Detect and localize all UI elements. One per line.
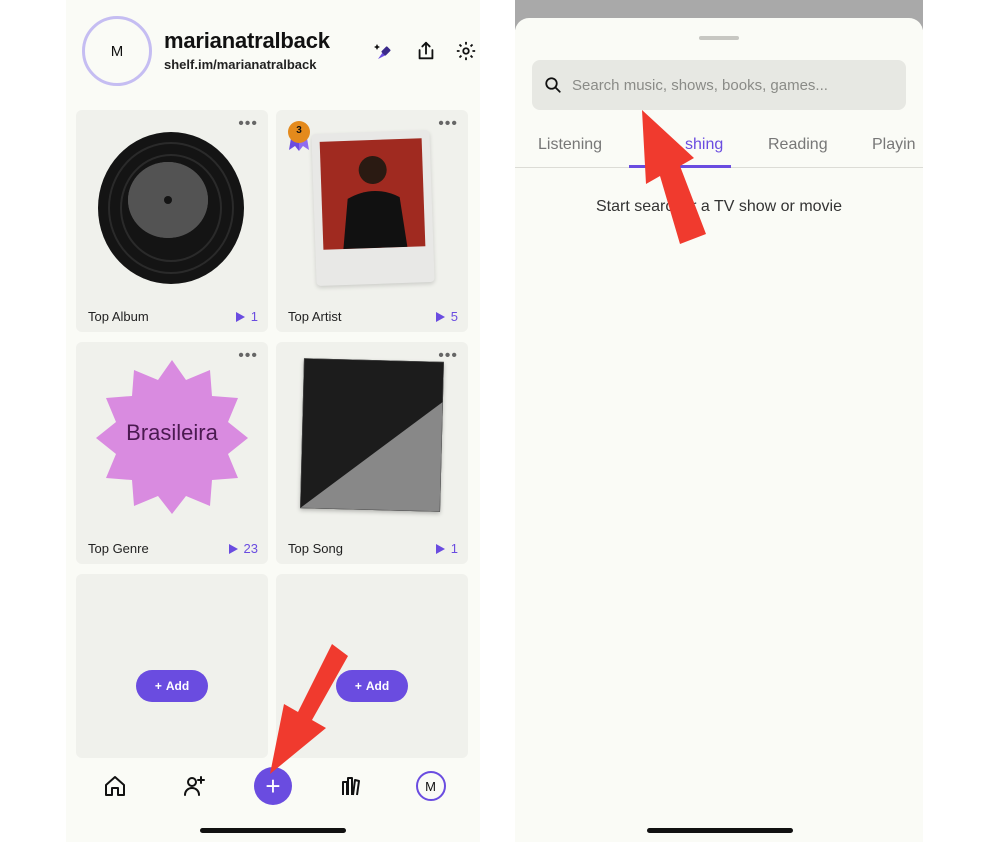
search-field[interactable] (532, 60, 906, 110)
card-top-album[interactable]: ••• Top Album 1 (76, 110, 268, 332)
add-button[interactable]: + Add (136, 670, 208, 702)
artist-photo (319, 138, 426, 250)
avatar[interactable]: M (82, 16, 152, 86)
avatar[interactable]: M (415, 771, 446, 801)
card-label: Top Song (288, 541, 343, 556)
empty-state-message: Start searc for a TV show or movie (595, 198, 842, 215)
count-value: 5 (450, 309, 458, 324)
play-count: 1 (235, 309, 258, 324)
play-icon (435, 311, 445, 322)
sparkle-brush-icon[interactable] (371, 38, 397, 64)
annotation-arrow-down (270, 644, 348, 774)
add-label: Add (365, 679, 390, 693)
sheet-grabber[interactable] (699, 36, 739, 40)
add-friend-icon[interactable] (174, 766, 214, 806)
screenshot-stage: M marianatralback shelf.im/marianatralba… (0, 0, 984, 842)
card-label: Top Album (88, 309, 149, 324)
gear-icon[interactable] (453, 38, 479, 64)
play-count: 23 (228, 541, 258, 556)
play-icon (435, 543, 445, 554)
annotation-arrow-up (642, 110, 706, 244)
tab-playing[interactable]: Playin (872, 136, 916, 154)
badge-number: 3 (296, 125, 302, 136)
search-input[interactable] (572, 60, 892, 110)
card-top-genre[interactable]: ••• Brasileira Top Genre 23 (76, 342, 268, 564)
home-icon[interactable] (95, 766, 135, 806)
plus-icon: + (154, 679, 162, 693)
search-icon (545, 77, 561, 93)
polaroid-frame (311, 129, 435, 287)
share-icon[interactable] (413, 38, 439, 64)
tab-listening[interactable]: Listening (538, 136, 602, 154)
card-label: Top Artist (288, 309, 342, 324)
add-label: Add (165, 679, 190, 693)
award-badge-icon: 3 (286, 120, 312, 152)
play-icon (228, 543, 238, 554)
card-top-artist[interactable]: ••• 3 Top Artist 5 (276, 110, 468, 332)
card-empty-slot: + Add (76, 574, 268, 758)
count-value: 1 (250, 309, 258, 324)
count-value: 23 (243, 541, 258, 556)
home-indicator (647, 828, 793, 833)
count-value: 1 (450, 541, 458, 556)
card-top-song[interactable]: ••• Top Song 1 (276, 342, 468, 564)
tab-reading[interactable]: Reading (768, 136, 828, 154)
more-dots-icon[interactable]: ••• (438, 116, 458, 132)
card-label: Top Genre (88, 541, 149, 556)
profile-tab[interactable]: M (411, 766, 451, 806)
plus-icon: + (354, 679, 362, 693)
profile-username: marianatralback (164, 28, 330, 53)
play-count: 5 (435, 309, 458, 324)
play-count: 1 (435, 541, 458, 556)
vinyl-record-image (98, 132, 244, 284)
profile-header: M marianatralback shelf.im/marianatralba… (66, 0, 480, 100)
profile-link[interactable]: shelf.im/marianatralback (164, 57, 316, 72)
play-icon (235, 311, 245, 322)
search-screen: Listening shing Reading Playin Start sea… (515, 0, 923, 842)
search-sheet: Listening shing Reading Playin Start sea… (515, 18, 923, 842)
song-cover-art (299, 357, 445, 513)
genre-name: Brasileira (126, 420, 218, 445)
home-indicator (200, 828, 346, 833)
category-tabs: Listening shing Reading Playin (515, 126, 923, 168)
